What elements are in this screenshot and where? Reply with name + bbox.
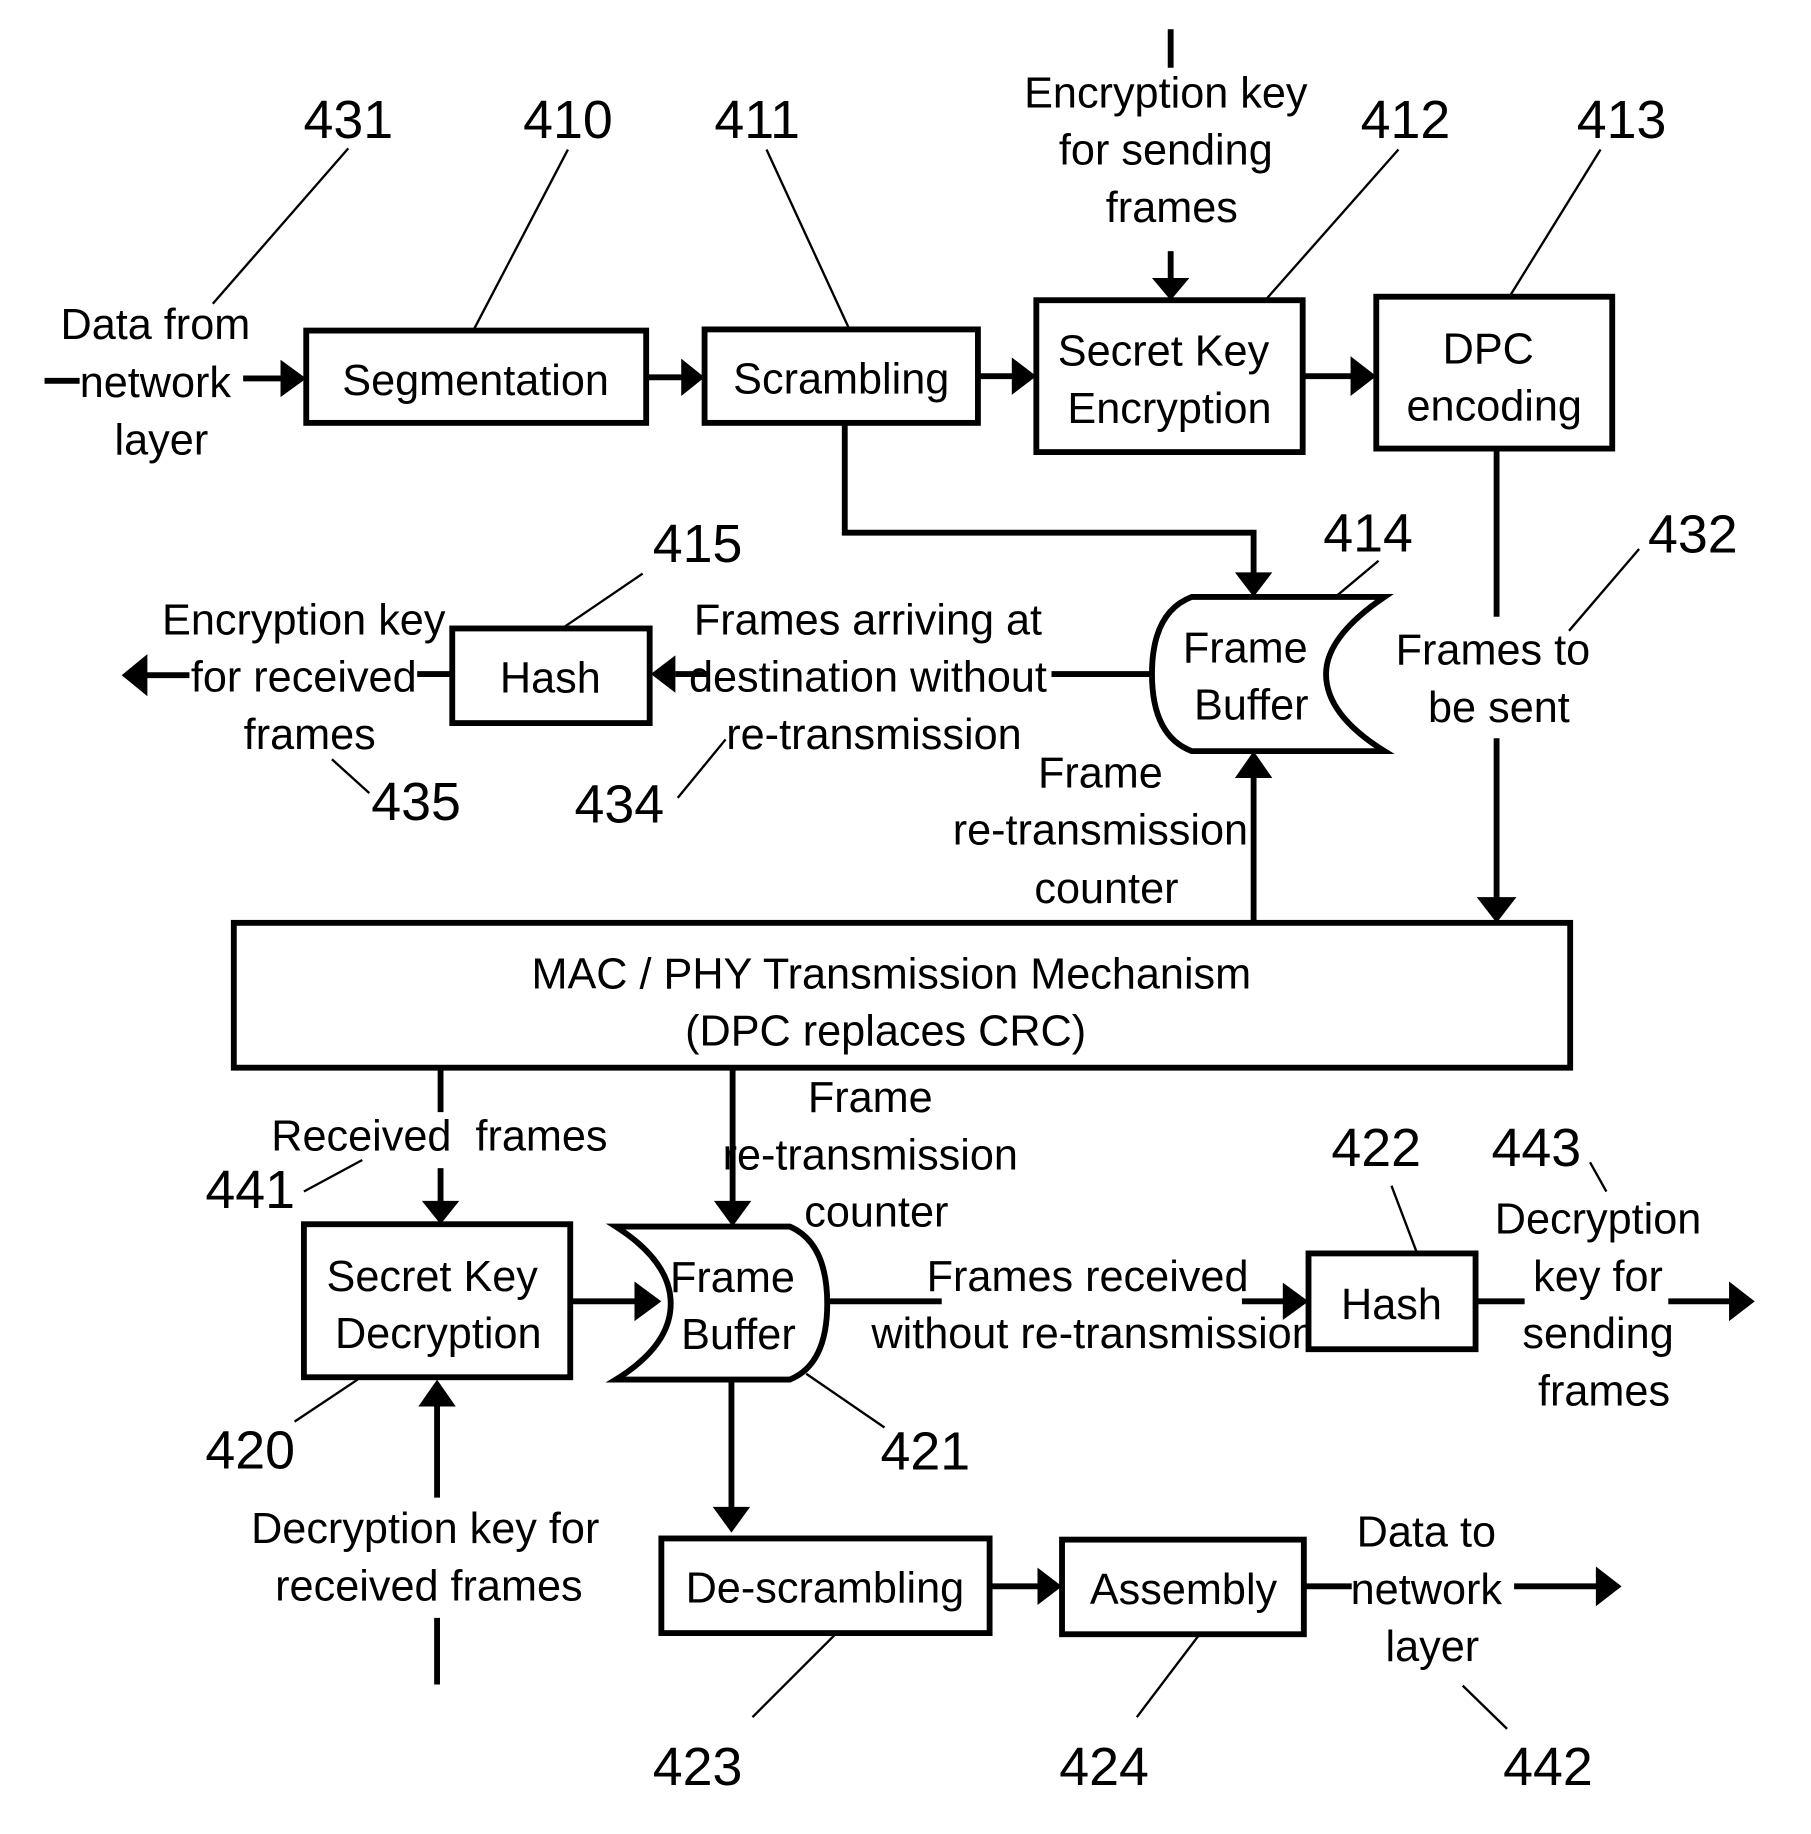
leader-line xyxy=(331,758,371,795)
scrambling-block: Scrambling 411 xyxy=(701,90,981,426)
arrowhead-icon xyxy=(650,655,676,693)
assembly-label: Assembly xyxy=(1090,1566,1278,1614)
rx-retransmission-counter-path: Frame re-transmission counter xyxy=(713,1067,1030,1237)
scrambling-label: Scrambling xyxy=(733,356,949,404)
tx-retransmission-counter-path: Frame re-transmission counter xyxy=(953,749,1273,923)
leader-line xyxy=(561,572,644,630)
leader-line xyxy=(303,1158,363,1193)
leader-line xyxy=(765,149,851,330)
arrowhead-icon xyxy=(1151,278,1190,301)
decryption-key-received-label: Decryption key for received frames xyxy=(251,1505,611,1610)
received-frames-path: Received frames 441 xyxy=(205,1067,608,1225)
arrowhead-icon xyxy=(280,359,307,398)
encryption-key-sending-input: Encryption key for sending frames xyxy=(1024,29,1319,301)
leader-line xyxy=(293,1378,359,1423)
arrowhead-icon xyxy=(1595,1566,1622,1607)
segmentation-label: Segmentation xyxy=(342,357,609,405)
data-to-network-output: Data to network layer 442 xyxy=(1303,1509,1622,1797)
decryption-key-sending-output: Decryption key for sending frames 443 xyxy=(1475,1118,1755,1416)
ref-412: 412 xyxy=(1361,90,1451,150)
leader-line xyxy=(751,1634,836,1719)
data-from-network-label: Data from network layer xyxy=(61,301,263,465)
descrambling-block: De-scrambling 423 xyxy=(653,1535,993,1797)
descrambling-label: De-scrambling xyxy=(686,1565,965,1613)
arrowhead-icon xyxy=(1011,357,1037,395)
arrowhead-icon xyxy=(1234,572,1273,597)
decryption-key-sending-label: Decryption key for sending frames xyxy=(1495,1196,1714,1416)
ref-435: 435 xyxy=(371,772,461,832)
leader-line xyxy=(1568,548,1640,632)
encryption-key-received-label: Encryption key for received frames xyxy=(162,596,457,758)
ref-424: 424 xyxy=(1059,1737,1149,1797)
arrowhead-icon xyxy=(1476,897,1517,923)
ref-422: 422 xyxy=(1331,1118,1421,1178)
arrowhead-icon xyxy=(1037,1567,1063,1606)
frames-received-path: Frames received without re-transmission xyxy=(827,1253,1316,1358)
leader-line xyxy=(1508,148,1602,298)
mac-phy-block: MAC / PHY Transmission Mechanism (DPC re… xyxy=(230,919,1574,1071)
arrowhead-icon xyxy=(421,1200,460,1225)
arrowhead-icon xyxy=(1350,356,1377,397)
assembly-block: Assembly 424 xyxy=(1059,1536,1307,1797)
leader-line xyxy=(805,1372,886,1429)
leader-line xyxy=(1264,148,1400,301)
data-to-network-label: Data to network layer xyxy=(1351,1509,1514,1671)
leader-line xyxy=(1334,559,1380,598)
tx-hash-label: Hash xyxy=(500,655,601,703)
ref-413: 413 xyxy=(1577,90,1667,150)
encryption-key-sending-label: Encryption key for sending frames xyxy=(1024,69,1319,231)
ref-415: 415 xyxy=(653,514,743,574)
rx-hash-block: Hash 422 xyxy=(1305,1118,1479,1353)
ref-414: 414 xyxy=(1323,503,1413,563)
ref-421: 421 xyxy=(881,1422,971,1482)
frames-arriving-path: Frames arriving at destination without r… xyxy=(574,596,1152,834)
decryption-key-received-input: Decryption key for received frames xyxy=(251,1379,611,1685)
ref-442: 442 xyxy=(1503,1737,1593,1797)
tx-frame-buffer-block: Frame Buffer 414 xyxy=(1149,503,1413,755)
ref-431: 431 xyxy=(303,90,393,150)
frames-received-label: Frames received without re-transmission xyxy=(870,1253,1315,1358)
encryption-key-received-output: Encryption key for received frames 435 xyxy=(121,596,461,832)
ref-443: 443 xyxy=(1491,1118,1581,1178)
secret-key-decryption-block: Secret Key Decryption 420 xyxy=(205,1221,574,1480)
ref-432: 432 xyxy=(1648,505,1738,565)
ref-411: 411 xyxy=(714,90,800,150)
ref-410: 410 xyxy=(523,90,613,150)
ref-434: 434 xyxy=(574,774,664,834)
arrowhead-icon xyxy=(418,1379,456,1407)
rx-hash-label: Hash xyxy=(1341,1281,1442,1329)
leader-line xyxy=(472,148,569,332)
frames-to-be-sent-path: Frames to be sent 432 xyxy=(1396,448,1738,923)
leader-line xyxy=(1461,1684,1508,1730)
rx-retransmission-counter-label: Frame re-transmission counter xyxy=(723,1074,1030,1236)
ref-423: 423 xyxy=(653,1737,743,1797)
ref-420: 420 xyxy=(205,1420,295,1480)
arrowhead-icon xyxy=(1234,751,1273,778)
frames-to-be-sent-label: Frames to be sent xyxy=(1396,627,1603,732)
arrowhead-icon xyxy=(634,1281,662,1322)
tx-retransmission-counter-label: Frame re-transmission counter xyxy=(953,749,1260,913)
leader-line xyxy=(676,738,727,799)
leader-line xyxy=(211,147,350,305)
leader-line xyxy=(1589,1161,1608,1193)
leader-line xyxy=(1390,1185,1419,1254)
arrowhead-icon xyxy=(1729,1281,1755,1322)
encryption-pipeline-diagram: Data from network layer 431 Segmentation… xyxy=(44,29,1755,1797)
leader-line xyxy=(1135,1634,1200,1718)
frames-arriving-label: Frames arriving at destination without r… xyxy=(689,596,1059,758)
received-frames-label: Received frames xyxy=(271,1113,607,1161)
arrowhead-icon xyxy=(713,1200,752,1227)
ref-441: 441 xyxy=(205,1160,295,1220)
arrowhead-icon xyxy=(121,654,148,697)
arrowhead-icon xyxy=(712,1506,751,1533)
arrowhead-icon xyxy=(681,358,705,397)
